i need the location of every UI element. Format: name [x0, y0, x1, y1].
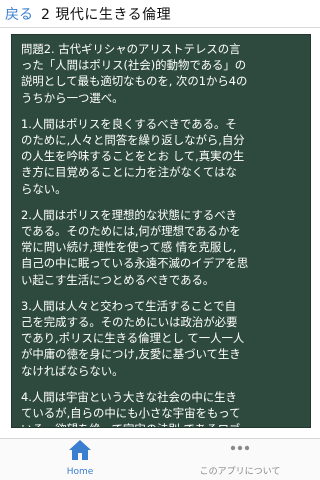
- option-2: 2.人間はポリスを理想的な状態にするべき である。そのためには,何が理想であるか…: [21, 207, 249, 287]
- option-3: 3.人間は人々と交わって生活することで自 己を完成する。そのためにいは政治が必要…: [21, 298, 245, 378]
- back-button[interactable]: 戻る: [0, 4, 41, 24]
- question-panel: 問題2. 古代ギリシャのアリストテレスの言 った「人間はポリス(社会)的動物であ…: [11, 34, 311, 428]
- option-4: 4.人間は宇宙という大きな社会の中に生き ているが,自らの中にも小さな宇宙をもっ…: [21, 389, 241, 427]
- header-bar: 戻る 2 現代に生きる倫理: [0, 0, 320, 28]
- tab-bar: Home このアプリについて: [0, 438, 320, 480]
- tab-home-label: Home: [66, 467, 94, 477]
- question-text: 問題2. 古代ギリシャのアリストテレスの言 った「人間はポリス(社会)的動物であ…: [21, 42, 248, 105]
- three-dots-icon: [228, 436, 252, 462]
- home-icon: [68, 439, 92, 465]
- option-1: 1.人間はポリスを良くするべきである。そ のために,人々と問答を繰り返しながら,…: [21, 116, 245, 196]
- tab-about[interactable]: このアプリについて: [160, 439, 320, 480]
- page-title: 2 現代に生きる倫理: [41, 6, 172, 23]
- tab-about-label: このアプリについて: [199, 467, 281, 477]
- tab-home[interactable]: Home: [0, 439, 160, 480]
